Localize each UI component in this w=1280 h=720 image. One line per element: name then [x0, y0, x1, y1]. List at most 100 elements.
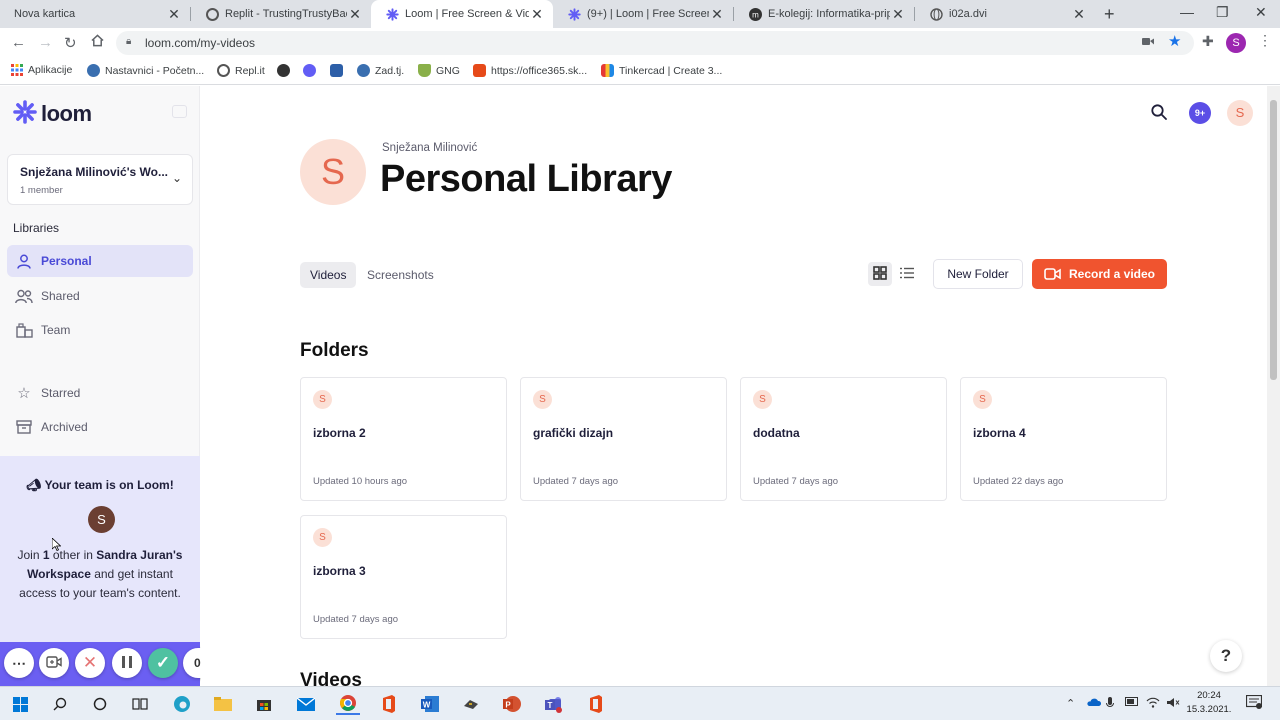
close-icon[interactable]: ✕: [890, 6, 906, 23]
sidebar-item-team[interactable]: Team: [7, 314, 193, 346]
tinkercad-icon: [601, 64, 614, 77]
search-icon[interactable]: [1151, 104, 1167, 123]
bookmark-replit[interactable]: Repl.it: [217, 64, 265, 77]
svg-text:W: W: [423, 701, 431, 710]
list-view-button[interactable]: [895, 262, 919, 286]
url-bar[interactable]: 🔒︎ loom.com/my-videos: [116, 31, 1194, 55]
forward-arrow-icon[interactable]: →: [38, 34, 53, 51]
edge-icon[interactable]: [170, 693, 194, 715]
recorder-finish-button[interactable]: ✓: [148, 648, 178, 678]
bookmark-blue[interactable]: [330, 64, 348, 77]
tab-screenshots[interactable]: Screenshots: [357, 262, 444, 288]
close-icon[interactable]: ✕: [529, 6, 545, 23]
task-view-icon[interactable]: [128, 693, 152, 715]
powerpoint-icon[interactable]: P: [500, 693, 524, 715]
extensions-puzzle-icon[interactable]: ✚: [1202, 33, 1214, 50]
browser-tab[interactable]: Replit - TrustingTrustyBacktick ✕: [191, 0, 371, 28]
back-arrow-icon[interactable]: ←: [11, 34, 26, 51]
folder-card[interactable]: S izborna 3 Updated 7 days ago: [300, 515, 507, 639]
replit-icon: [217, 64, 230, 77]
bookmark-moodle[interactable]: [277, 64, 295, 77]
store-icon[interactable]: [252, 693, 276, 715]
camera-icon[interactable]: [1142, 35, 1154, 49]
tab-title: E-kolegij: Informatika-pripre: [768, 8, 890, 20]
bookmark-star-icon[interactable]: ★: [1168, 32, 1181, 50]
bookmark-apps[interactable]: Aplikacije: [11, 64, 72, 76]
minimize-icon[interactable]: —: [1180, 4, 1194, 20]
workspace-switcher[interactable]: Snježana Milinović's Wo... 1 member ⌄: [7, 154, 193, 205]
browser-tab-active[interactable]: Loom | Free Screen & Video ✕: [371, 0, 553, 28]
window-close-icon[interactable]: ✕: [1255, 4, 1267, 21]
reload-icon[interactable]: ↻: [64, 34, 77, 52]
sidebar-item-starred[interactable]: ☆ Starred: [7, 377, 193, 409]
file-explorer-icon[interactable]: [211, 693, 235, 715]
folder-card[interactable]: S dodatna Updated 7 days ago: [740, 377, 947, 501]
bookmark-nastavnici[interactable]: Nastavnici - Početn...: [87, 64, 204, 77]
mail-icon[interactable]: [294, 693, 318, 715]
vertical-scrollbar[interactable]: [1267, 86, 1280, 686]
people-icon: [15, 287, 33, 305]
app-icon: [330, 64, 343, 77]
onedrive-icon[interactable]: [1086, 697, 1102, 710]
help-button[interactable]: ?: [1210, 640, 1242, 672]
system-clock[interactable]: 20:24 15.3.2021.: [1186, 689, 1232, 717]
loom-logo[interactable]: loom: [13, 100, 92, 127]
action-center-icon[interactable]: [1245, 694, 1263, 712]
collapse-sidebar-icon[interactable]: [172, 105, 187, 118]
search-icon[interactable]: [48, 693, 72, 715]
page-title: Personal Library: [380, 158, 672, 200]
recorder-pause-button[interactable]: [112, 648, 142, 678]
loom-icon: [303, 64, 316, 77]
recorder-more-button[interactable]: ⋯: [4, 648, 34, 678]
volume-icon[interactable]: [1166, 697, 1180, 711]
tab-title: i02a.dvi: [949, 8, 987, 20]
app-icon[interactable]: [459, 693, 483, 715]
bookmark-loom[interactable]: [303, 64, 321, 77]
browser-tab[interactable]: m E-kolegij: Informatika-pripre ✕: [734, 0, 914, 28]
battery-icon[interactable]: [1125, 697, 1139, 709]
bookmark-office365[interactable]: https://office365.sk...: [473, 64, 587, 77]
office-icon: [473, 64, 486, 77]
browser-tab[interactable]: i02a.dvi ✕: [915, 0, 1095, 28]
office-icon[interactable]: [377, 693, 401, 715]
browser-profile-avatar[interactable]: S: [1226, 33, 1246, 53]
user-avatar[interactable]: S: [1227, 100, 1253, 126]
notifications-badge[interactable]: 9+: [1189, 102, 1211, 124]
tab-videos[interactable]: Videos: [300, 262, 357, 288]
browser-tab[interactable]: (9+) | Loom | Free Screen & V ✕: [553, 0, 733, 28]
chrome-icon[interactable]: [336, 693, 360, 715]
bookmark-tinkercad[interactable]: Tinkercad | Create 3...: [601, 64, 722, 77]
microphone-icon[interactable]: [1106, 697, 1114, 712]
recorder-camera-toggle[interactable]: [39, 648, 69, 678]
close-icon[interactable]: ✕: [166, 6, 182, 23]
scrollbar-thumb[interactable]: [1270, 100, 1277, 380]
recorder-cancel-button[interactable]: ✕: [75, 648, 105, 678]
sidebar-item-personal[interactable]: Personal: [7, 245, 193, 277]
record-video-button[interactable]: Record a video: [1032, 259, 1167, 289]
folder-card[interactable]: S grafički dizajn Updated 7 days ago: [520, 377, 727, 501]
wifi-icon[interactable]: [1146, 697, 1160, 711]
close-icon[interactable]: ✕: [347, 6, 363, 23]
teams-icon[interactable]: T: [542, 693, 566, 715]
browser-menu-icon[interactable]: ⋮: [1258, 32, 1272, 49]
team-promo-card[interactable]: 📣︎ Your team is on Loom! S Join 1 other …: [0, 456, 200, 642]
sidebar-item-archived[interactable]: Archived: [7, 411, 193, 443]
folder-card[interactable]: S izborna 2 Updated 10 hours ago: [300, 377, 507, 501]
browser-tab[interactable]: Nova kartica ✕: [0, 0, 190, 28]
folder-card[interactable]: S izborna 4 Updated 22 days ago: [960, 377, 1167, 501]
close-icon[interactable]: ✕: [709, 6, 725, 23]
bookmark-zad[interactable]: Zad.tj.: [357, 64, 404, 77]
new-tab-button[interactable]: +: [1104, 4, 1115, 25]
new-folder-button[interactable]: New Folder: [933, 259, 1023, 289]
word-icon[interactable]: W: [418, 693, 442, 715]
maximize-icon[interactable]: ❐: [1216, 4, 1229, 21]
bookmark-gng[interactable]: GNG: [418, 64, 460, 77]
home-icon[interactable]: [91, 34, 104, 51]
chevron-up-icon[interactable]: ⌃: [1066, 697, 1075, 710]
sidebar-item-shared[interactable]: Shared: [7, 280, 193, 312]
windows-start-icon[interactable]: [8, 693, 32, 715]
grid-view-button[interactable]: [868, 262, 892, 286]
cortana-icon[interactable]: [88, 693, 112, 715]
office-icon[interactable]: [584, 693, 608, 715]
close-icon[interactable]: ✕: [1071, 6, 1087, 23]
